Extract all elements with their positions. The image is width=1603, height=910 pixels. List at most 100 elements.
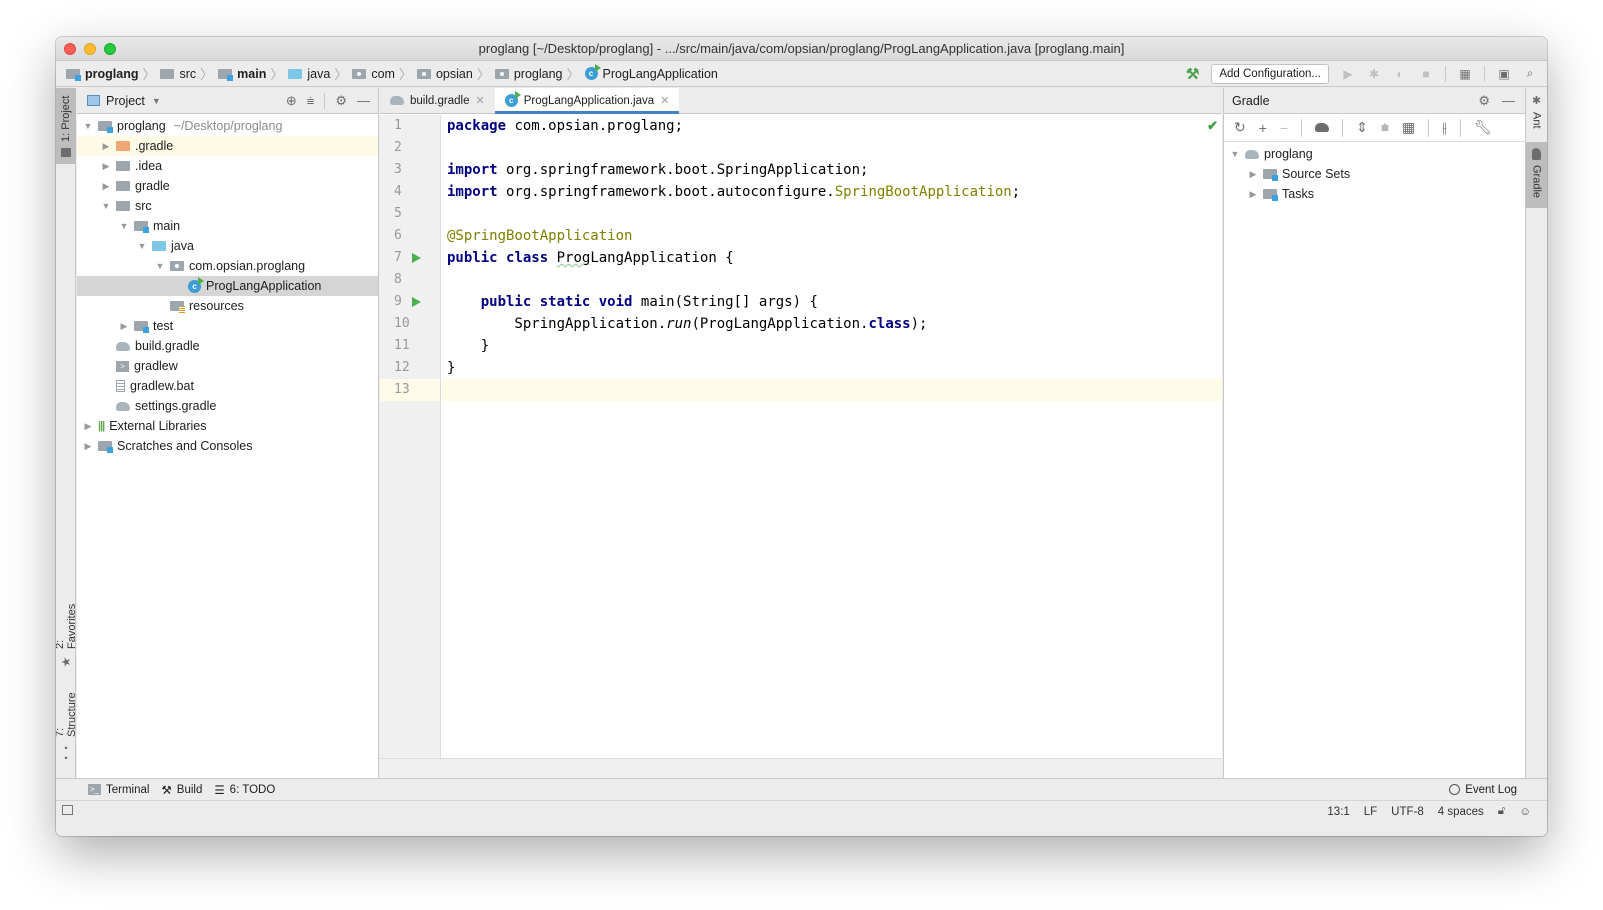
indent-setting[interactable]: 4 spaces bbox=[1438, 806, 1484, 818]
toggle-tool-windows-icon[interactable] bbox=[62, 805, 73, 815]
tree-item[interactable]: settings.gradle bbox=[77, 396, 378, 416]
tree-item[interactable]: ▶ ||| External Libraries bbox=[77, 416, 378, 436]
code-line[interactable]: } bbox=[442, 335, 1222, 357]
collapsed-arrow-icon[interactable]: ▶ bbox=[99, 141, 113, 152]
unlock-icon[interactable]: 🔓︎ bbox=[1498, 805, 1505, 818]
bottom-tool-button[interactable]: ⚒ Build bbox=[161, 783, 202, 797]
tree-item[interactable]: > gradlew bbox=[77, 356, 378, 376]
tree-item[interactable]: ▶ gradle bbox=[77, 176, 378, 196]
expanded-arrow-icon[interactable]: ▼ bbox=[117, 221, 131, 231]
code-editor[interactable]: package com.opsian.proglang; import org.… bbox=[442, 115, 1222, 758]
gear-icon[interactable]: ⚙ bbox=[335, 93, 347, 109]
code-line[interactable] bbox=[442, 203, 1222, 225]
event-log-button[interactable]: Event Log bbox=[1449, 784, 1547, 796]
tree-item[interactable]: ▼ proglang bbox=[1224, 144, 1525, 164]
tree-item[interactable]: ▼ proglang ~/Desktop/proglang bbox=[77, 116, 378, 136]
tree-item[interactable]: ▼ com.opsian.proglang bbox=[77, 256, 378, 276]
collapsed-arrow-icon[interactable]: ▶ bbox=[1246, 169, 1260, 180]
bottom-tool-button[interactable]: >_ Terminal bbox=[88, 784, 149, 796]
code-line[interactable]: import org.springframework.boot.SpringAp… bbox=[442, 159, 1222, 181]
code-line[interactable]: import org.springframework.boot.autoconf… bbox=[442, 181, 1222, 203]
code-line[interactable]: SpringApplication.run(ProgLangApplicatio… bbox=[442, 313, 1222, 335]
add-configuration-button[interactable]: Add Configuration... bbox=[1211, 63, 1329, 84]
tree-item[interactable]: ▼ src bbox=[77, 196, 378, 216]
code-line[interactable] bbox=[442, 137, 1222, 159]
run-gutter-icon[interactable] bbox=[412, 253, 421, 263]
breadcrumb-item[interactable]: proglang bbox=[494, 67, 562, 81]
breadcrumb-item[interactable]: src bbox=[160, 67, 196, 81]
breadcrumb-item[interactable]: com bbox=[352, 67, 395, 81]
run-anything-icon[interactable]: ▣ bbox=[1497, 67, 1511, 81]
wrench-icon[interactable]: 🔧︎ bbox=[1474, 119, 1492, 136]
expanded-arrow-icon[interactable]: ▼ bbox=[99, 201, 113, 211]
editor-tab[interactable]: c ProgLangApplication.java ✕ bbox=[494, 88, 680, 114]
breadcrumb-item[interactable]: proglang bbox=[66, 67, 138, 81]
caret-position[interactable]: 13:1 bbox=[1327, 806, 1349, 818]
run-icon[interactable]: ▶ bbox=[1341, 67, 1355, 81]
execute-gradle-task-icon[interactable] bbox=[1315, 123, 1330, 132]
collapse-all-icon[interactable]: ⩧ bbox=[307, 93, 315, 109]
collapsed-arrow-icon[interactable]: ▶ bbox=[81, 441, 95, 452]
chevron-down-icon[interactable]: ▼ bbox=[152, 96, 161, 106]
code-line[interactable] bbox=[442, 269, 1222, 291]
maximize-window-button[interactable] bbox=[104, 43, 116, 55]
tree-item[interactable]: ▶ Tasks bbox=[1224, 184, 1525, 204]
collapse-all-icon[interactable]: ⩧ bbox=[1381, 119, 1389, 136]
hector-inspector-icon[interactable]: ☺ bbox=[1519, 806, 1531, 818]
tree-item[interactable]: build.gradle bbox=[77, 336, 378, 356]
minimize-window-button[interactable] bbox=[84, 43, 96, 55]
tree-item[interactable]: ▶ .gradle bbox=[77, 136, 378, 156]
close-tab-icon[interactable]: ✕ bbox=[475, 94, 484, 107]
code-line[interactable]: package com.opsian.proglang; bbox=[442, 115, 1222, 137]
build-project-icon[interactable]: ⚒ bbox=[1186, 65, 1199, 83]
code-line[interactable]: public static void main(String[] args) { bbox=[442, 291, 1222, 313]
close-tab-icon[interactable]: ✕ bbox=[660, 94, 669, 107]
run-with-coverage-icon[interactable]: ◐ bbox=[1393, 67, 1407, 81]
project-view-selector[interactable]: Project bbox=[106, 94, 145, 108]
tree-item[interactable]: resources bbox=[77, 296, 378, 316]
tree-item[interactable]: gradlew.bat bbox=[77, 376, 378, 396]
collapsed-arrow-icon[interactable]: ▶ bbox=[1246, 189, 1260, 200]
gear-icon[interactable]: ⚙ bbox=[1478, 93, 1490, 109]
breadcrumb-item[interactable]: opsian bbox=[416, 67, 473, 81]
line-separator[interactable]: LF bbox=[1364, 806, 1377, 818]
expanded-arrow-icon[interactable]: ▼ bbox=[135, 241, 149, 251]
tree-item[interactable]: ▼ java bbox=[77, 236, 378, 256]
search-everywhere-icon[interactable]: ⌕ bbox=[1523, 66, 1537, 81]
remove-icon[interactable]: − bbox=[1280, 120, 1288, 136]
inspection-ok-icon[interactable]: ✔ bbox=[1207, 118, 1218, 134]
collapsed-arrow-icon[interactable]: ▶ bbox=[81, 421, 95, 432]
code-line[interactable]: @SpringBootApplication bbox=[442, 225, 1222, 247]
favorites-tool-tab[interactable]: ★ 2: Favorites bbox=[56, 593, 78, 675]
expanded-arrow-icon[interactable]: ▼ bbox=[153, 261, 167, 271]
project-structure-icon[interactable]: ▦ bbox=[1458, 67, 1472, 81]
breadcrumb-item[interactable]: c ProgLangApplication bbox=[584, 64, 718, 81]
expand-all-icon[interactable]: ⇕ bbox=[1356, 119, 1368, 136]
bottom-tool-button[interactable]: ☰ 6: TODO bbox=[214, 783, 275, 797]
breadcrumb-item[interactable]: java bbox=[288, 67, 330, 81]
editor-horizontal-scrollbar[interactable] bbox=[380, 758, 1222, 778]
group-modules-icon[interactable]: ▦ bbox=[1402, 119, 1415, 136]
locate-file-icon[interactable]: ⊕ bbox=[286, 93, 297, 109]
add-icon[interactable]: + bbox=[1259, 120, 1267, 136]
collapsed-arrow-icon[interactable]: ▶ bbox=[99, 161, 113, 172]
stop-icon[interactable]: ■ bbox=[1419, 67, 1433, 81]
code-line[interactable]: public class ProgLangApplication { bbox=[442, 247, 1222, 269]
code-line[interactable] bbox=[442, 379, 1222, 401]
expanded-arrow-icon[interactable]: ▼ bbox=[81, 121, 95, 131]
ant-tool-tab[interactable]: ✱ Ant bbox=[1526, 88, 1547, 136]
breadcrumb-item[interactable]: main bbox=[218, 67, 266, 81]
toggle-offline-icon[interactable]: ⫲ bbox=[1442, 119, 1447, 136]
debug-icon[interactable]: ✱ bbox=[1367, 67, 1381, 81]
structure-tool-tab[interactable]: ▪▪ 7: Structure bbox=[56, 685, 78, 769]
code-line[interactable]: } bbox=[442, 357, 1222, 379]
editor-tab[interactable]: build.gradle ✕ bbox=[380, 88, 495, 113]
tree-item[interactable]: c ProgLangApplication bbox=[77, 276, 378, 296]
run-gutter-icon[interactable] bbox=[412, 297, 421, 307]
tree-item[interactable]: ▼ main bbox=[77, 216, 378, 236]
tree-item[interactable]: ▶ test bbox=[77, 316, 378, 336]
hide-panel-icon[interactable]: — bbox=[357, 93, 370, 108]
tree-item[interactable]: ▶ Source Sets bbox=[1224, 164, 1525, 184]
gradle-tool-tab[interactable]: Gradle bbox=[1526, 142, 1547, 208]
refresh-icon[interactable]: ↻ bbox=[1234, 119, 1246, 136]
